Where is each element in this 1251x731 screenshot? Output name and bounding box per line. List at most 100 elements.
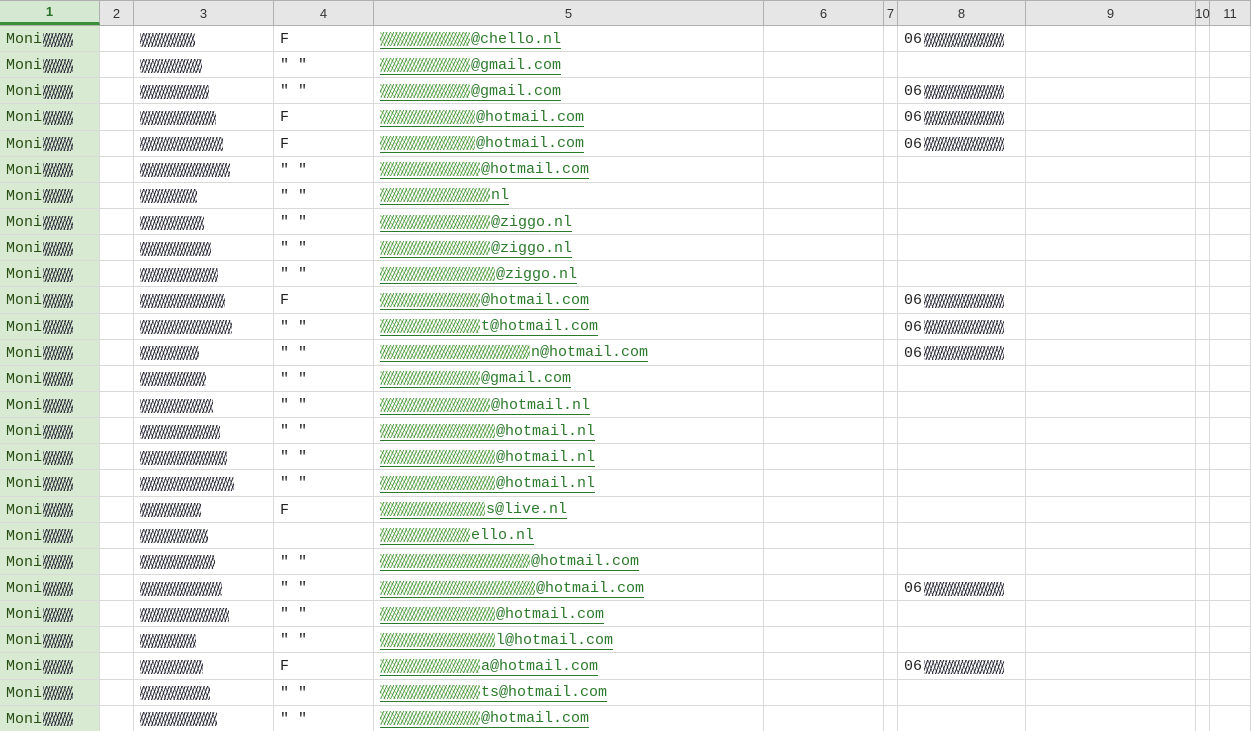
cell-empty[interactable] — [764, 340, 884, 365]
cell-empty[interactable] — [100, 52, 134, 77]
table-row[interactable]: Moni" "ts@hotmail.com — [0, 680, 1251, 706]
cell-empty[interactable] — [100, 104, 134, 129]
cell-empty[interactable] — [100, 680, 134, 705]
cell-empty[interactable] — [1210, 104, 1251, 129]
cell-empty[interactable] — [764, 470, 884, 495]
cell-empty[interactable] — [884, 26, 898, 51]
cell-lastname[interactable] — [134, 627, 274, 652]
cell-phone[interactable] — [898, 183, 1026, 208]
cell-empty[interactable] — [1210, 26, 1251, 51]
cell-empty[interactable] — [1210, 444, 1251, 469]
cell-gender[interactable]: " " — [274, 52, 374, 77]
cell-empty[interactable] — [100, 497, 134, 522]
table-row[interactable]: Moni" "@ziggo.nl — [0, 209, 1251, 235]
cell-email[interactable]: t@hotmail.com — [374, 314, 764, 339]
cell-empty[interactable] — [1026, 392, 1196, 417]
cell-gender[interactable]: " " — [274, 183, 374, 208]
cell-firstname[interactable]: Moni — [0, 131, 100, 156]
cell-phone[interactable]: 06 — [898, 575, 1026, 600]
cell-firstname[interactable]: Moni — [0, 78, 100, 103]
cell-empty[interactable] — [1210, 78, 1251, 103]
column-header-9[interactable]: 9 — [1026, 1, 1196, 25]
cell-phone[interactable] — [898, 470, 1026, 495]
cell-empty[interactable] — [1210, 366, 1251, 391]
grid-body[interactable]: MoniF@chello.nl06Moni" "@gmail.comMoni" … — [0, 26, 1251, 731]
cell-empty[interactable] — [764, 235, 884, 260]
cell-gender[interactable]: " " — [274, 157, 374, 182]
email-link[interactable]: @hotmail.com — [380, 553, 639, 571]
cell-empty[interactable] — [100, 575, 134, 600]
cell-firstname[interactable]: Moni — [0, 497, 100, 522]
cell-empty[interactable] — [764, 52, 884, 77]
cell-phone[interactable] — [898, 523, 1026, 548]
cell-empty[interactable] — [764, 261, 884, 286]
cell-empty[interactable] — [764, 26, 884, 51]
cell-empty[interactable] — [1196, 497, 1210, 522]
cell-email[interactable]: @hotmail.com — [374, 575, 764, 600]
cell-empty[interactable] — [1196, 157, 1210, 182]
cell-empty[interactable] — [1196, 183, 1210, 208]
table-row[interactable]: MoniFs@live.nl — [0, 497, 1251, 523]
cell-empty[interactable] — [1026, 549, 1196, 574]
cell-empty[interactable] — [100, 183, 134, 208]
cell-empty[interactable] — [884, 627, 898, 652]
table-row[interactable]: Moni" "@gmail.com — [0, 52, 1251, 78]
cell-empty[interactable] — [884, 497, 898, 522]
cell-firstname[interactable]: Moni — [0, 627, 100, 652]
cell-firstname[interactable]: Moni — [0, 549, 100, 574]
email-link[interactable]: @chello.nl — [380, 31, 561, 49]
cell-email[interactable]: ts@hotmail.com — [374, 680, 764, 705]
cell-empty[interactable] — [1196, 366, 1210, 391]
cell-email[interactable]: nl — [374, 183, 764, 208]
cell-empty[interactable] — [100, 444, 134, 469]
cell-lastname[interactable] — [134, 287, 274, 312]
cell-empty[interactable] — [1026, 314, 1196, 339]
cell-empty[interactable] — [1196, 627, 1210, 652]
cell-phone[interactable] — [898, 444, 1026, 469]
cell-empty[interactable] — [884, 131, 898, 156]
cell-firstname[interactable]: Moni — [0, 26, 100, 51]
cell-empty[interactable] — [100, 78, 134, 103]
cell-empty[interactable] — [1026, 497, 1196, 522]
cell-empty[interactable] — [1026, 157, 1196, 182]
cell-firstname[interactable]: Moni — [0, 340, 100, 365]
cell-empty[interactable] — [1196, 470, 1210, 495]
cell-empty[interactable] — [1026, 366, 1196, 391]
cell-lastname[interactable] — [134, 444, 274, 469]
email-link[interactable]: ts@hotmail.com — [380, 684, 607, 702]
cell-lastname[interactable] — [134, 52, 274, 77]
cell-phone[interactable] — [898, 209, 1026, 234]
cell-firstname[interactable]: Moni — [0, 261, 100, 286]
column-header-4[interactable]: 4 — [274, 1, 374, 25]
cell-empty[interactable] — [1026, 235, 1196, 260]
cell-empty[interactable] — [764, 706, 884, 731]
cell-empty[interactable] — [100, 287, 134, 312]
cell-empty[interactable] — [100, 470, 134, 495]
table-row[interactable]: Moni" "@hotmail.nl — [0, 418, 1251, 444]
cell-gender[interactable]: " " — [274, 706, 374, 731]
spreadsheet[interactable]: 1 2 3 4 5 6 7 8 9 10 11 MoniF@chello.nl0… — [0, 0, 1251, 731]
cell-empty[interactable] — [1210, 497, 1251, 522]
cell-gender[interactable]: " " — [274, 680, 374, 705]
cell-email[interactable]: @hotmail.com — [374, 287, 764, 312]
column-header-7[interactable]: 7 — [884, 1, 898, 25]
cell-empty[interactable] — [1210, 627, 1251, 652]
cell-gender[interactable]: " " — [274, 78, 374, 103]
email-link[interactable]: nl — [380, 187, 509, 205]
cell-lastname[interactable] — [134, 575, 274, 600]
cell-empty[interactable] — [1196, 340, 1210, 365]
cell-email[interactable]: n@hotmail.com — [374, 340, 764, 365]
cell-empty[interactable] — [884, 209, 898, 234]
cell-firstname[interactable]: Moni — [0, 287, 100, 312]
cell-empty[interactable] — [1026, 418, 1196, 443]
cell-empty[interactable] — [100, 706, 134, 731]
cell-lastname[interactable] — [134, 470, 274, 495]
cell-empty[interactable] — [884, 653, 898, 678]
cell-gender[interactable]: " " — [274, 261, 374, 286]
cell-email[interactable]: ello.nl — [374, 523, 764, 548]
cell-empty[interactable] — [1210, 653, 1251, 678]
cell-empty[interactable] — [884, 52, 898, 77]
cell-empty[interactable] — [1210, 157, 1251, 182]
cell-lastname[interactable] — [134, 183, 274, 208]
cell-phone[interactable]: 06 — [898, 104, 1026, 129]
